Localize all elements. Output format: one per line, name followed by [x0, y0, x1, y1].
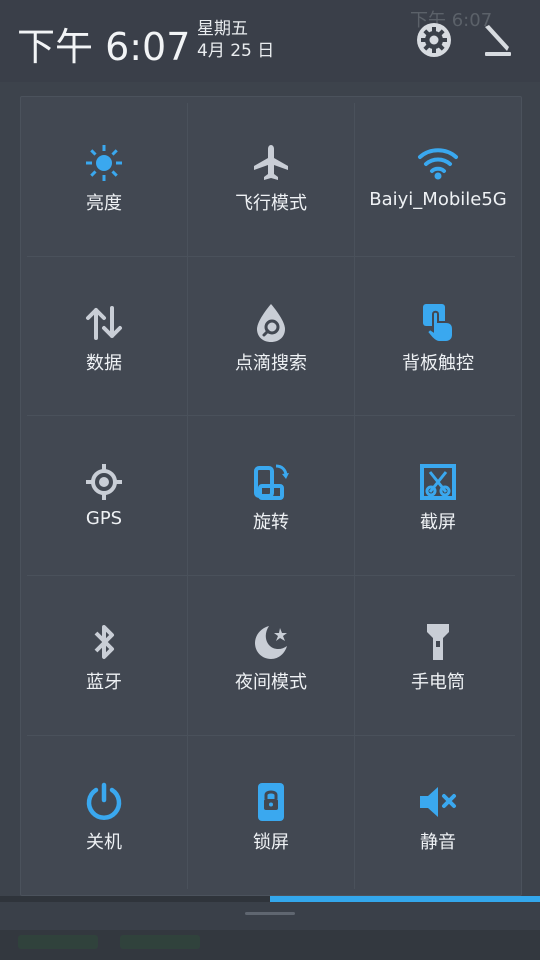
tile-label: 截屏 [420, 512, 456, 533]
tile-back-touch[interactable]: 背板触控 [355, 257, 521, 416]
tile-power-off[interactable]: 关机 [21, 736, 187, 895]
date: 4月 25 日 [197, 41, 275, 61]
data-icon [82, 301, 126, 345]
tile-lock-screen[interactable]: 锁屏 [188, 736, 354, 895]
mute-icon [416, 780, 460, 824]
tile-gps[interactable]: GPS [21, 416, 187, 575]
bluetooth-icon [82, 620, 126, 664]
night-mode-icon [249, 620, 293, 664]
settings-button[interactable] [414, 20, 454, 60]
edit-icon [485, 25, 511, 56]
shade-header: 下午 6:07 下午 6:07 星期五 4月 25 日 [0, 0, 540, 82]
rotate-icon [249, 460, 293, 504]
tile-grid: 亮度 飞行模式 Baiyi_Mobile5G 数据 点滴搜索 背板触控 GPS … [21, 97, 521, 895]
power-icon [82, 780, 126, 824]
brightness-icon [82, 141, 126, 185]
touch-icon [416, 301, 460, 345]
gear-icon [417, 23, 451, 57]
tile-label: 亮度 [86, 193, 122, 214]
tile-label: 数据 [86, 353, 122, 374]
page-indicator-active [270, 896, 540, 902]
weekday: 星期五 [197, 19, 248, 39]
tile-label: 关机 [86, 832, 122, 853]
gps-icon [82, 460, 126, 504]
tile-label: 静音 [420, 832, 456, 853]
tile-bluetooth[interactable]: 蓝牙 [21, 576, 187, 735]
edit-button[interactable] [478, 20, 518, 60]
tile-wifi[interactable]: Baiyi_Mobile5G [355, 97, 521, 256]
tile-data[interactable]: 数据 [21, 257, 187, 416]
tile-drop-search[interactable]: 点滴搜索 [188, 257, 354, 416]
clock: 下午 6:07 [17, 25, 191, 69]
tile-label: 蓝牙 [86, 672, 122, 693]
screenshot-icon [416, 460, 460, 504]
background-app-strip [0, 925, 540, 960]
tile-screenshot[interactable]: 截屏 [355, 416, 521, 575]
tile-flashlight[interactable]: 手电筒 [355, 576, 521, 735]
shade-bottom-bar [0, 896, 540, 930]
tile-rotate[interactable]: 旋转 [188, 416, 354, 575]
date-block: 星期五 4月 25 日 [197, 18, 274, 62]
tile-brightness[interactable]: 亮度 [21, 97, 187, 256]
tile-label: 点滴搜索 [235, 353, 307, 374]
tile-airplane-mode[interactable]: 飞行模式 [188, 97, 354, 256]
drag-handle[interactable] [245, 912, 295, 915]
quick-settings-panel: 亮度 飞行模式 Baiyi_Mobile5G 数据 点滴搜索 背板触控 GPS … [20, 96, 522, 896]
tile-label: 飞行模式 [235, 193, 307, 214]
drop-search-icon [249, 301, 293, 345]
airplane-icon [249, 141, 293, 185]
tile-label: 夜间模式 [235, 672, 307, 693]
tile-label: 背板触控 [402, 353, 474, 374]
wifi-icon [416, 141, 460, 185]
tile-label: 手电筒 [411, 672, 465, 693]
lock-screen-icon [249, 780, 293, 824]
tile-mute[interactable]: 静音 [355, 736, 521, 895]
tile-label: Baiyi_Mobile5G [369, 189, 507, 210]
tile-label: GPS [85, 508, 123, 529]
tile-label: 旋转 [253, 512, 289, 533]
tile-label: 锁屏 [253, 832, 289, 853]
page-indicator [0, 896, 540, 902]
flashlight-icon [416, 620, 460, 664]
tile-night-mode[interactable]: 夜间模式 [188, 576, 354, 735]
